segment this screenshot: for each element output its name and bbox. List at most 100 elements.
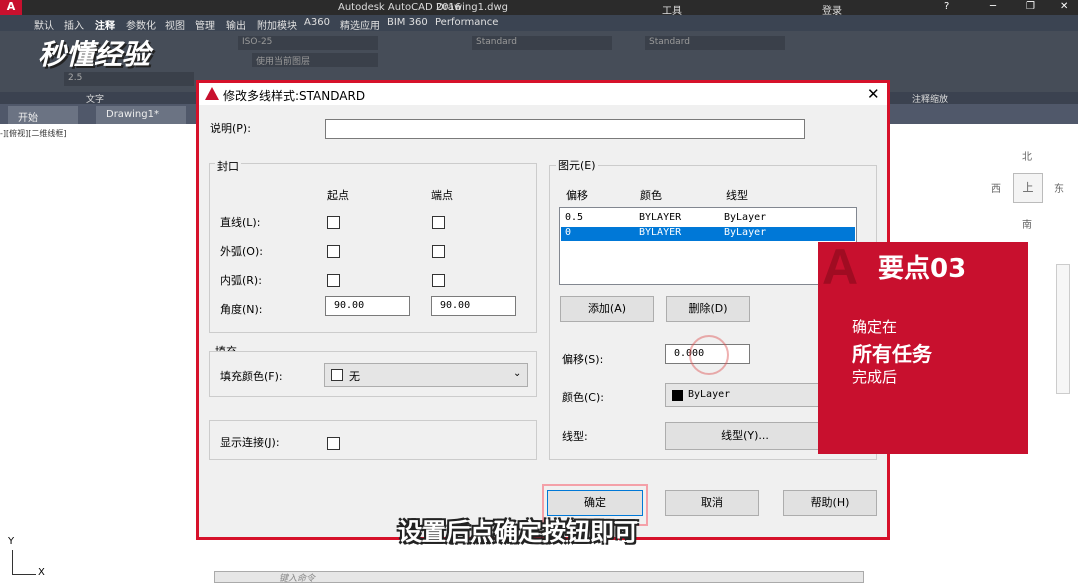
command-input[interactable]: 键入命令	[279, 571, 315, 584]
ribbon-tab[interactable]: 精选应用	[340, 17, 380, 32]
viewcube-top-face[interactable]: 上	[1013, 173, 1043, 203]
color-swatch	[672, 390, 683, 401]
multileader-style-select[interactable]: Standard	[472, 36, 612, 50]
tip-heading: 要点03	[878, 254, 967, 284]
caps-line-label: 直线(L):	[220, 216, 261, 229]
outer-arc-start-checkbox[interactable]	[327, 245, 340, 258]
delete-button[interactable]: 删除(D)	[666, 296, 750, 322]
ribbon-tab[interactable]: 注释	[95, 17, 115, 32]
fill-color-label: 填充颜色(F):	[220, 370, 283, 383]
fill-color-select[interactable]: 无 ⌄	[324, 363, 528, 387]
dialog-title: 修改多线样式:STANDARD	[223, 89, 366, 103]
restore-icon[interactable]: ❐	[1026, 1, 1035, 12]
table-style-select[interactable]: Standard	[645, 36, 785, 50]
ucs-x-axis	[12, 574, 36, 575]
row-color: BYLAYER	[639, 227, 682, 238]
line-start-checkbox[interactable]	[327, 216, 340, 229]
ribbon-tab[interactable]: 附加模块	[257, 17, 297, 32]
chevron-down-icon: ⌄	[513, 368, 522, 379]
multiline-style-dialog: 修改多线样式:STANDARD ✕ 说明(P): 封口 起点 端点 直线(L):…	[196, 80, 890, 540]
row-linetype: ByLayer	[724, 227, 767, 238]
ucs-y-axis	[12, 550, 13, 574]
ribbon-tab[interactable]: 输出	[226, 17, 246, 32]
watermark-logo: 秒懂经验	[38, 38, 151, 71]
dimstyle-select[interactable]: ISO-25	[238, 36, 378, 50]
document-tab[interactable]: Drawing1*	[96, 106, 186, 124]
navigation-bar[interactable]	[1056, 264, 1070, 394]
caps-title: 封口	[215, 158, 241, 174]
caps-end-header: 端点	[431, 189, 453, 202]
elements-header-offset: 偏移	[566, 189, 588, 202]
command-line[interactable]: 键入命令	[214, 571, 864, 584]
tip-line2: 所有任务	[852, 342, 932, 366]
file-name: Drawing1.dwg	[436, 2, 508, 13]
show-joints-checkbox[interactable]	[327, 437, 340, 450]
compass-west: 西	[991, 184, 1001, 195]
ribbon-tab[interactable]: 视图	[165, 17, 185, 32]
caps-outer-arc-label: 外弧(O):	[220, 245, 263, 258]
ribbon-tab[interactable]: 插入	[64, 17, 84, 32]
caps-inner-arc-label: 内弧(R):	[220, 274, 262, 287]
dialog-title-bar: 修改多线样式:STANDARD ✕	[199, 83, 887, 105]
ribbon-tabs: 默认 插入 注释 参数化 视图 管理 输出 附加模块 A360 精选应用 BIM 360 Perfor…	[0, 15, 1078, 32]
linetype-label: 线型:	[562, 430, 588, 443]
ucs-y-label: Y	[8, 536, 15, 547]
row-offset: 0.5	[565, 212, 584, 223]
autocad-logo[interactable]: A	[0, 0, 22, 15]
description-input[interactable]	[325, 119, 805, 139]
tip-line3: 完成后	[852, 368, 898, 386]
ribbon-tab[interactable]: Performance	[435, 17, 498, 28]
color-label: 颜色(C):	[562, 391, 604, 404]
elements-list[interactable]: 0.5 BYLAYER ByLayer 0 BYLAYER ByLayer	[559, 207, 857, 285]
close-icon[interactable]: ✕	[1060, 1, 1068, 12]
video-subtitle: 设置后点确定按钮即可	[398, 518, 638, 546]
caps-angle-label: 角度(N):	[220, 303, 263, 316]
line-end-checkbox[interactable]	[432, 216, 445, 229]
element-color-select[interactable]: ByLayer	[665, 383, 825, 407]
description-label: 说明(P):	[210, 122, 251, 135]
angle-start-input[interactable]: 90.00	[325, 296, 410, 316]
ribbon-tab[interactable]: 默认	[34, 17, 54, 32]
minimize-icon[interactable]: ─	[990, 1, 996, 12]
autocad-big-logo: A	[822, 239, 859, 295]
fill-color-swatch	[331, 369, 343, 381]
row-linetype: ByLayer	[724, 212, 767, 223]
angle-end-input[interactable]: 90.00	[431, 296, 516, 316]
viewcube[interactable]: 北 西 上 东 南	[988, 146, 1068, 231]
ribbon-tab[interactable]: A360	[304, 17, 330, 28]
compass-north: 北	[1022, 152, 1032, 163]
list-item[interactable]: 0.5 BYLAYER ByLayer	[561, 212, 855, 226]
ribbon-tab[interactable]: 参数化	[126, 17, 156, 32]
elements-header-color: 颜色	[640, 189, 662, 202]
cancel-button[interactable]: 取消	[665, 490, 759, 516]
offset-label: 偏移(S):	[562, 353, 604, 366]
layer-select[interactable]: 使用当前图层	[252, 53, 378, 67]
dialog-close-icon[interactable]: ✕	[867, 85, 880, 103]
help-button[interactable]: 帮助(H)	[783, 490, 877, 516]
list-item-selected[interactable]: 0 BYLAYER ByLayer	[561, 227, 855, 241]
linetype-button[interactable]: 线型(Y)...	[665, 422, 825, 450]
fill-color-value: 无	[349, 370, 360, 383]
compass-east: 东	[1054, 184, 1064, 195]
ribbon-tab[interactable]: 管理	[195, 17, 215, 32]
elements-title: 图元(E)	[556, 157, 598, 173]
text-height-field[interactable]: 2.5	[64, 72, 194, 86]
help-icon[interactable]: ?	[944, 1, 949, 12]
document-tab[interactable]: 开始	[8, 106, 78, 124]
title-bar: A Autodesk AutoCAD 2016 Drawing1.dwg 工具 …	[0, 0, 1078, 17]
caps-start-header: 起点	[327, 189, 349, 202]
add-button[interactable]: 添加(A)	[560, 296, 654, 322]
ucs-x-label: X	[38, 567, 45, 578]
ribbon-tab[interactable]: BIM 360	[387, 17, 428, 28]
inner-arc-start-checkbox[interactable]	[327, 274, 340, 287]
autocad-icon	[205, 87, 219, 100]
inner-arc-end-checkbox[interactable]	[432, 274, 445, 287]
row-color: BYLAYER	[639, 212, 682, 223]
row-offset: 0	[565, 227, 572, 238]
cursor-highlight	[689, 335, 729, 375]
element-color-value: ByLayer	[688, 389, 731, 400]
tip-card: A 要点03 确定在 所有任务 完成后	[818, 239, 1028, 454]
viewport-controls[interactable]: -][俯视][二维线框]	[0, 128, 67, 139]
elements-header-linetype: 线型	[726, 189, 748, 202]
outer-arc-end-checkbox[interactable]	[432, 245, 445, 258]
